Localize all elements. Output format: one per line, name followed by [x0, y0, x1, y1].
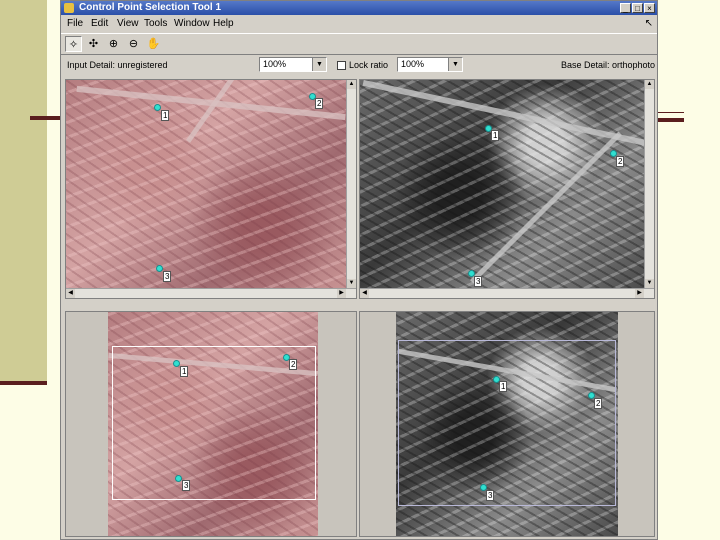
input-detail-label: Input Detail: unregistered [67, 60, 168, 70]
road [470, 131, 623, 284]
menu-window[interactable]: Window [174, 18, 210, 29]
slide-decoration-line [656, 112, 684, 113]
pan-hand-icon[interactable]: ✋ [145, 36, 162, 52]
horizontal-scrollbar[interactable]: ◀ ▶ [360, 288, 654, 298]
control-point-label: 2 [315, 98, 324, 109]
scroll-left-icon[interactable]: ◀ [360, 289, 369, 298]
base-overview-pane[interactable]: 1 2 3 [359, 311, 655, 537]
close-button[interactable]: × [644, 3, 655, 13]
control-point-label: 3 [163, 271, 172, 282]
scroll-right-icon[interactable]: ▶ [635, 289, 644, 298]
input-detail-image[interactable]: 1 2 3 [66, 80, 348, 290]
slide-sidebar-bar [0, 0, 47, 385]
menu-edit[interactable]: Edit [91, 18, 108, 29]
scroll-right-icon[interactable]: ▶ [337, 289, 346, 298]
control-point-label: 3 [474, 276, 483, 287]
base-detail-label: Base Detail: orthophoto [561, 60, 656, 70]
zoom-in-icon[interactable]: ⊕ [105, 36, 122, 52]
road [362, 80, 648, 147]
slide-decoration-line [0, 381, 47, 385]
vertical-scrollbar[interactable]: ▲ ▼ [346, 80, 356, 298]
scroll-up-icon[interactable]: ▲ [645, 80, 654, 89]
lock-ratio-label: Lock ratio [349, 60, 389, 70]
scroll-down-icon[interactable]: ▼ [645, 279, 654, 288]
detail-rectangle[interactable] [398, 340, 616, 506]
menu-tools[interactable]: Tools [144, 18, 167, 29]
input-zoom-value: 100% [263, 59, 287, 69]
scroll-up-icon[interactable]: ▲ [347, 80, 356, 89]
control-point-label: 2 [616, 156, 625, 167]
slide-decoration-line [656, 118, 684, 122]
base-zoom-value: 100% [401, 59, 425, 69]
scroll-down-icon[interactable]: ▼ [347, 279, 356, 288]
input-overview-pane[interactable]: 1 2 3 [65, 311, 357, 537]
chevron-down-icon[interactable]: ▼ [448, 58, 462, 71]
minimize-button[interactable]: _ [620, 3, 631, 13]
vertical-scrollbar[interactable]: ▲ ▼ [644, 80, 654, 298]
control-point-label: 1 [161, 110, 170, 121]
app-icon [64, 3, 74, 13]
point-select-icon[interactable]: ✧ [65, 36, 82, 52]
control-point-tool-window: Control Point Selection Tool 1 _ □ × Fil… [60, 0, 658, 540]
detail-rectangle[interactable] [112, 346, 316, 500]
base-zoom-select[interactable]: 100% ▼ [397, 57, 463, 72]
base-detail-image[interactable]: 1 2 3 [360, 80, 648, 290]
menu-file[interactable]: File [67, 18, 83, 29]
horizontal-scrollbar[interactable]: ◀ ▶ [66, 288, 356, 298]
zoom-out-icon[interactable]: ⊖ [125, 36, 142, 52]
detail-controls: Input Detail: unregistered 100% ▼ Lock r… [61, 55, 657, 77]
window-title: Control Point Selection Tool 1 [79, 2, 222, 13]
scroll-left-icon[interactable]: ◀ [66, 289, 75, 298]
control-point-1[interactable] [154, 104, 161, 111]
title-bar[interactable]: Control Point Selection Tool 1 _ □ × [61, 1, 657, 15]
menu-view[interactable]: View [117, 18, 139, 29]
menu-help[interactable]: Help [213, 18, 234, 29]
maximize-button[interactable]: □ [632, 3, 643, 13]
input-detail-pane[interactable]: 1 2 3 ▲ ▼ ◀ ▶ [65, 79, 357, 299]
lock-ratio-checkbox[interactable] [337, 61, 346, 70]
base-detail-pane[interactable]: 1 2 3 ▲ ▼ ◀ ▶ [359, 79, 655, 299]
input-zoom-select[interactable]: 100% ▼ [259, 57, 327, 72]
chevron-down-icon[interactable]: ▼ [312, 58, 326, 71]
toolbar: ✧ ✣ ⊕ ⊖ ✋ [61, 33, 657, 55]
control-point-label: 1 [491, 130, 500, 141]
menu-bar: File Edit View Tools Window Help ↖ [61, 16, 657, 32]
control-point-3[interactable] [156, 265, 163, 272]
slide-decoration-line [30, 116, 64, 120]
point-prediction-icon[interactable]: ✣ [85, 36, 102, 52]
context-help-icon[interactable]: ↖ [645, 18, 653, 29]
